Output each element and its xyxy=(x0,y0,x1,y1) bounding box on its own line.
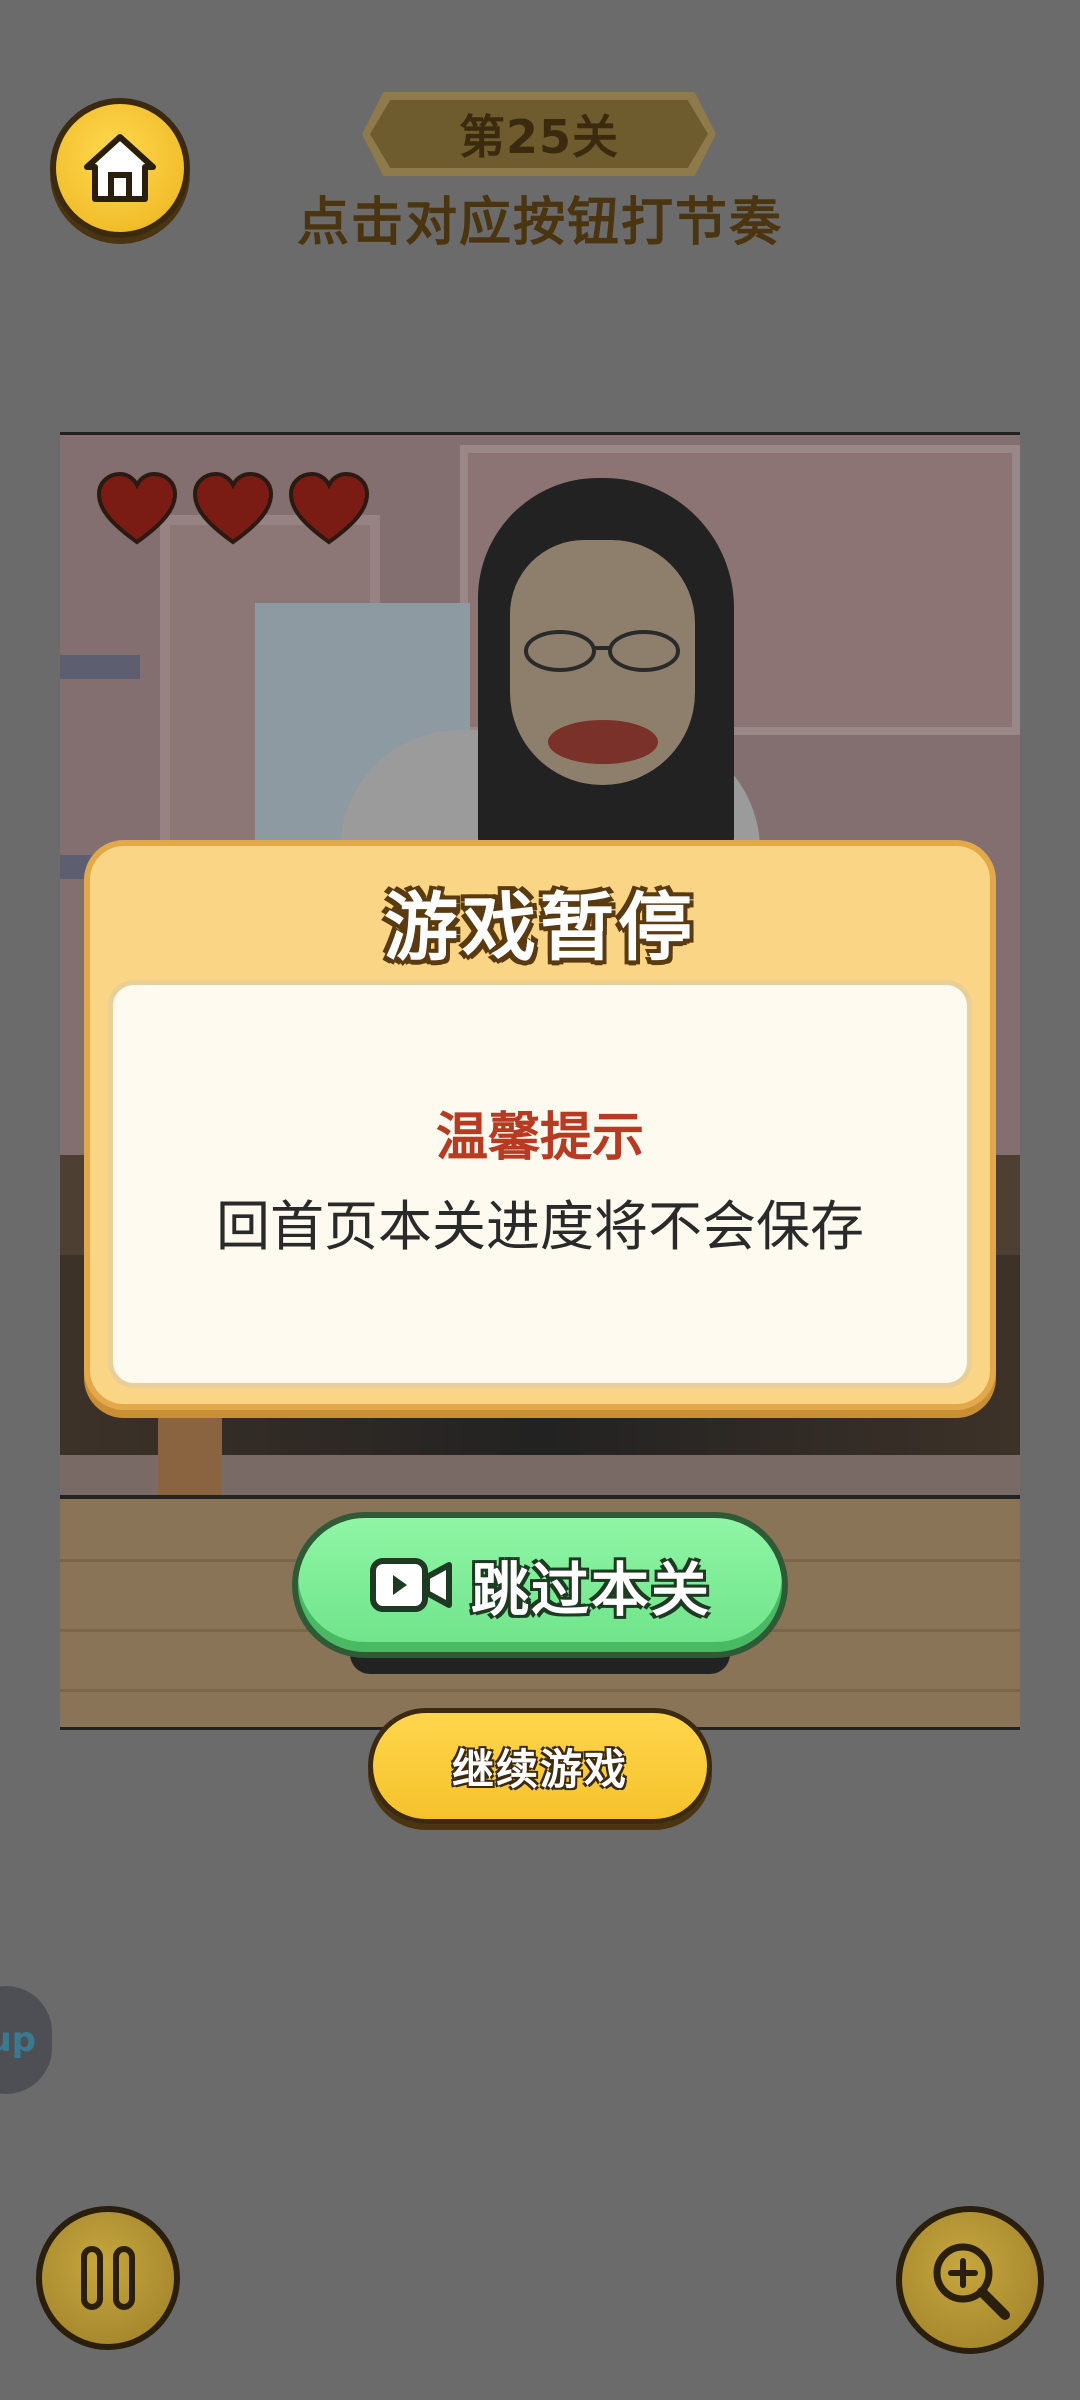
continue-game-label: 继续游戏 xyxy=(451,1744,628,1794)
level-banner: 第25关 xyxy=(362,92,716,176)
tip-title: 温馨提示 xyxy=(435,1108,644,1168)
heart-icon xyxy=(192,471,274,545)
continue-game-button[interactable]: 继续游戏 xyxy=(368,1708,712,1824)
heart-icon xyxy=(96,471,178,545)
skip-level-label: 跳过本关 xyxy=(470,1556,711,1624)
glasses-icon xyxy=(524,630,680,672)
pause-button[interactable] xyxy=(36,2206,180,2350)
character-mouth xyxy=(548,720,658,764)
level-label: 第25关 xyxy=(458,110,619,164)
skip-level-button[interactable]: 跳过本关 xyxy=(292,1512,788,1658)
lives-indicator xyxy=(95,470,371,546)
dialog-title: 游戏暂停 xyxy=(384,885,696,971)
zoom-in-icon xyxy=(933,2243,1010,2320)
tip-message: 回首页本关进度将不会保存 xyxy=(216,1195,864,1258)
heart-icon xyxy=(288,471,370,545)
side-tab-label: up xyxy=(0,2020,36,2060)
side-float-tab[interactable]: up xyxy=(0,1986,52,2094)
video-camera-icon xyxy=(369,1558,452,1612)
zoom-in-button[interactable] xyxy=(896,2206,1044,2354)
pause-icon xyxy=(81,2246,135,2310)
level-instruction: 点击对应按钮打节奏 xyxy=(296,193,783,253)
